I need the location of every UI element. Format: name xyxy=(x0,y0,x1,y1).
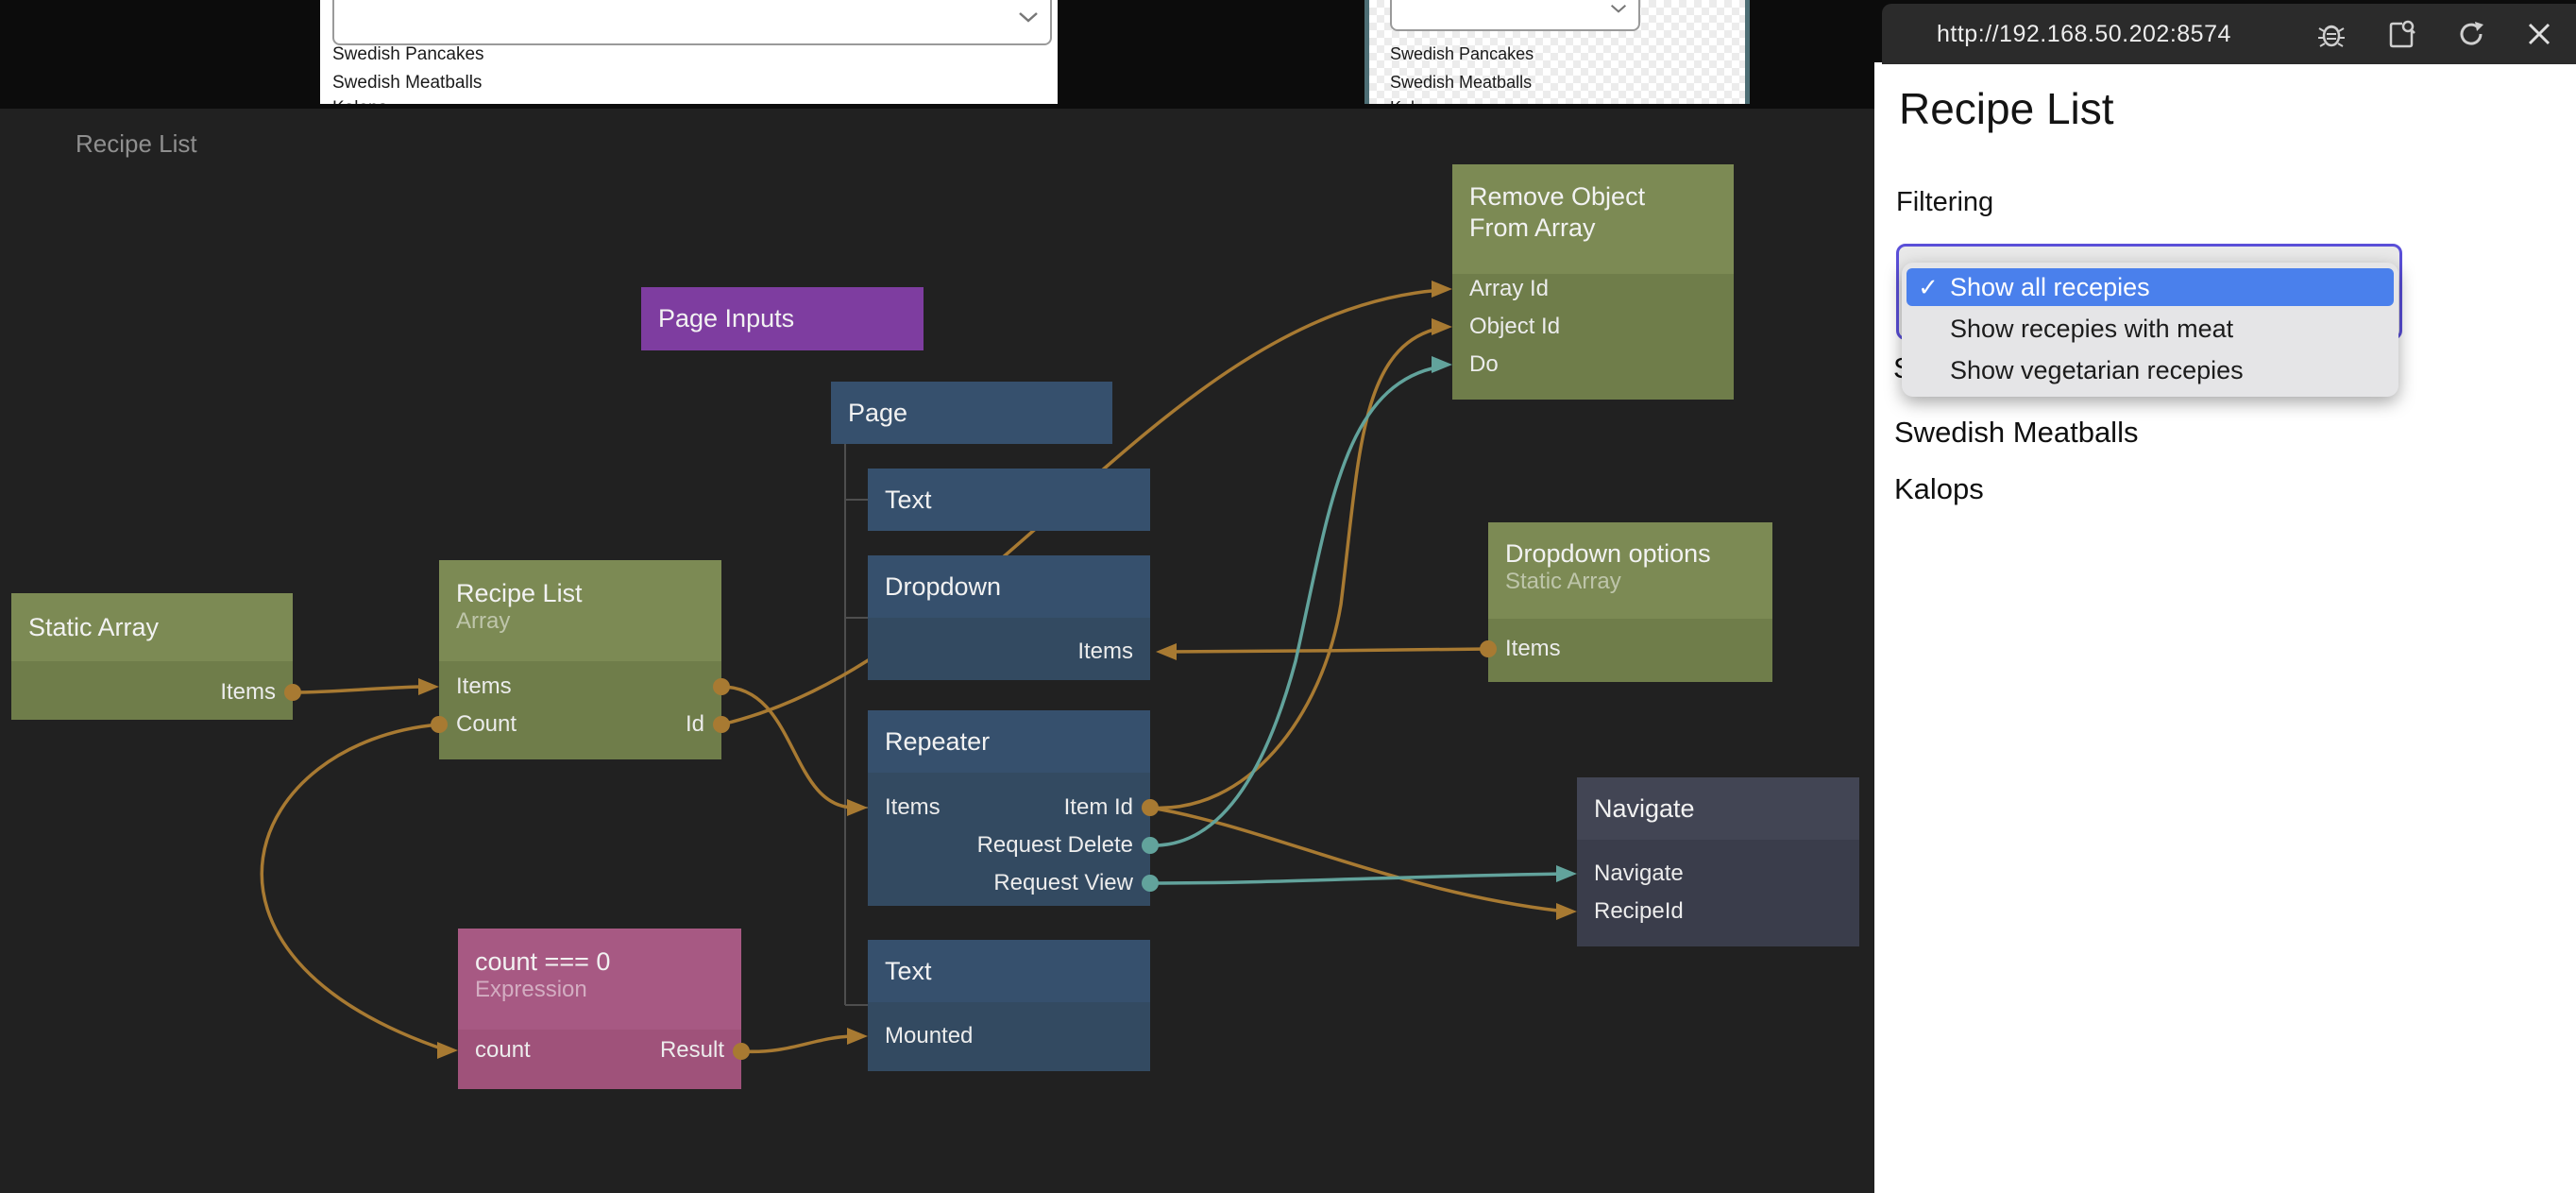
node-repeater[interactable]: Repeater Items Item Id Request Delete Re… xyxy=(868,710,1150,906)
port-text-mounted[interactable]: Mounted xyxy=(885,1023,973,1049)
node-static-array[interactable]: Static Array Items xyxy=(11,593,293,720)
bug-icon[interactable] xyxy=(2315,18,2347,50)
close-icon[interactable] xyxy=(2525,20,2553,48)
port-staticarray-items[interactable]: Items xyxy=(220,679,276,706)
port-repeater-requestview[interactable]: Request View xyxy=(993,870,1133,896)
node-remove-object-from-array[interactable]: Remove Object From Array Array Id Object… xyxy=(1452,164,1734,400)
port-recipelist-items[interactable]: Items xyxy=(456,673,512,700)
menu-option-with-meat[interactable]: Show recepies with meat xyxy=(1907,310,2394,348)
port-dropdown-items[interactable]: Items xyxy=(1077,639,1133,665)
list-item: Kalops xyxy=(1390,98,1442,104)
menu-option-show-all[interactable]: ✓ Show all recepies xyxy=(1907,268,2394,306)
recipe-select-right[interactable] xyxy=(1390,0,1640,31)
node-dropdown-options[interactable]: Dropdown options Static Array Items xyxy=(1488,522,1772,682)
list-item: Swedish Pancakes xyxy=(332,44,484,65)
list-item: Swedish Meatballs xyxy=(1894,416,2138,450)
port-navigate-recipeid[interactable]: RecipeId xyxy=(1594,898,1684,925)
port-repeater-items[interactable]: Items xyxy=(885,794,941,821)
port-remove-do[interactable]: Do xyxy=(1469,351,1499,378)
list-item: Swedish Meatballs xyxy=(332,73,482,94)
canvas-component-label: Recipe List xyxy=(76,129,197,159)
filter-dropdown-menu: ✓ Show all recepies Show recepies with m… xyxy=(1902,263,2398,397)
menu-option-vegetarian[interactable]: Show vegetarian recepies xyxy=(1907,351,2394,389)
port-recipelist-id[interactable]: Id xyxy=(686,711,704,738)
port-remove-objectid[interactable]: Object Id xyxy=(1469,314,1560,340)
port-expression-count[interactable]: count xyxy=(475,1037,531,1064)
list-item: Swedish Pancakes xyxy=(1390,44,1534,64)
port-repeater-requestdelete[interactable]: Request Delete xyxy=(977,832,1133,859)
chevron-down-icon xyxy=(1018,11,1039,23)
list-item: Kalops xyxy=(1894,472,1984,506)
checkmark-icon: ✓ xyxy=(1907,273,1950,302)
node-page[interactable]: Page xyxy=(831,382,1112,444)
section-heading: Filtering xyxy=(1896,187,1993,218)
node-text-1[interactable]: Text xyxy=(868,469,1150,531)
preview-browser-panel: Recipe List Filtering Swedish Pancakes ✓… xyxy=(1874,0,2576,1193)
node-text-2[interactable]: Text Mounted xyxy=(868,940,1150,1071)
node-navigate[interactable]: Navigate Navigate RecipeId xyxy=(1577,777,1859,946)
editor-preview-panel-right: Swedish Pancakes Swedish Meatballs Kalop… xyxy=(1364,0,1750,104)
page-title: Recipe List xyxy=(1899,83,2114,134)
port-expression-result[interactable]: Result xyxy=(660,1037,724,1064)
chevron-down-icon xyxy=(1610,4,1627,13)
port-remove-arrayid[interactable]: Array Id xyxy=(1469,276,1549,302)
refresh-icon[interactable] xyxy=(2455,18,2487,50)
recipe-select-left[interactable] xyxy=(332,0,1052,45)
list-item: Swedish Meatballs xyxy=(1390,73,1532,93)
preview-page: Recipe List Filtering Swedish Pancakes ✓… xyxy=(1874,62,2576,1193)
node-recipe-list[interactable]: Recipe List Array Items Count Id xyxy=(439,560,721,759)
port-dropdownoptions-items[interactable]: Items xyxy=(1505,636,1561,662)
inspect-icon[interactable] xyxy=(2385,18,2417,50)
node-dropdown[interactable]: Dropdown Items xyxy=(868,555,1150,680)
preview-url-bar: http://192.168.50.202:8574 xyxy=(1882,4,2576,64)
node-expression[interactable]: count === 0 Expression count Result xyxy=(458,929,741,1089)
url-text[interactable]: http://192.168.50.202:8574 xyxy=(1937,21,2231,48)
port-navigate-navigate[interactable]: Navigate xyxy=(1594,861,1684,887)
port-repeater-itemid[interactable]: Item Id xyxy=(1064,794,1133,821)
editor-preview-panel-left: Swedish Pancakes Swedish Meatballs Kalop… xyxy=(320,0,1058,104)
port-recipelist-count[interactable]: Count xyxy=(456,711,517,738)
list-item: Kalops xyxy=(332,98,387,104)
node-page-inputs[interactable]: Page Inputs xyxy=(641,287,924,350)
